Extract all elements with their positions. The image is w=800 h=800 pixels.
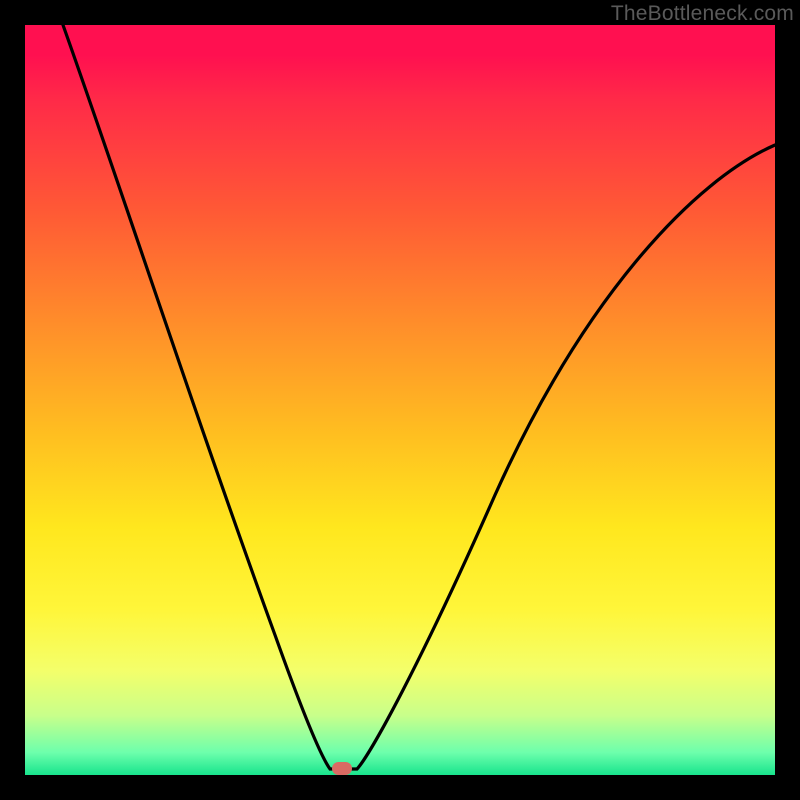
curve-layer	[25, 25, 775, 775]
minimum-marker	[332, 762, 352, 775]
bottleneck-curve	[63, 25, 775, 769]
watermark-text: TheBottleneck.com	[611, 2, 794, 26]
chart-frame: TheBottleneck.com	[0, 0, 800, 800]
plot-area	[25, 25, 775, 775]
